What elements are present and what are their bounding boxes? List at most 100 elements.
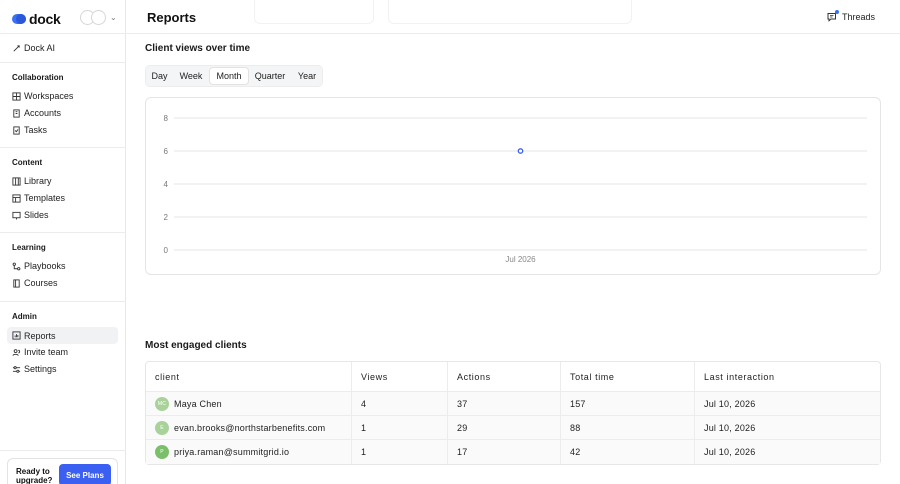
threads-icon <box>827 10 839 22</box>
table-row[interactable]: E evan.brooks@northstarbenefits.com 1 29… <box>146 416 880 440</box>
total-time-cell: 88 <box>561 416 695 439</box>
tab-week[interactable]: Week <box>175 67 207 85</box>
checkbox-icon <box>12 125 21 135</box>
brand-logo[interactable]: dock <box>12 11 61 27</box>
sidebar-item-templates[interactable]: Templates <box>12 190 65 206</box>
actions-cell: 37 <box>448 392 561 415</box>
sidebar-item-playbooks[interactable]: Playbooks <box>12 258 66 274</box>
chevron-down-icon: ⌄ <box>110 13 117 22</box>
last-interaction-cell: Jul 10, 2026 <box>704 398 756 409</box>
library-icon <box>12 176 21 186</box>
y-tick-label: 8 <box>164 114 169 123</box>
sidebar-item-label: Slides <box>24 210 49 220</box>
page-header: Reports Threads <box>126 0 900 34</box>
sidebar-item-settings[interactable]: Settings <box>12 361 57 377</box>
threads-button[interactable]: Threads <box>827 10 875 22</box>
clients-section-title: Most engaged clients <box>145 340 247 351</box>
building-icon <box>12 108 21 118</box>
sidebar-item-label: Templates <box>24 193 66 203</box>
sidebar: dock ⌄ Dock AI Collaboration Workspaces … <box>0 0 126 484</box>
period-tabs: Day Week Month Quarter Year <box>145 65 323 87</box>
views-cell: 1 <box>352 416 448 439</box>
sidebar-item-tasks[interactable]: Tasks <box>12 122 47 138</box>
client-name: Maya Chen <box>174 398 222 409</box>
data-point <box>517 148 524 154</box>
y-tick-label: 2 <box>164 213 169 222</box>
sidebar-item-label: Accounts <box>24 108 62 118</box>
sidebar-item-accounts[interactable]: Accounts <box>12 105 61 121</box>
sidebar-item-invite-team[interactable]: Invite team <box>12 344 68 360</box>
sidebar-item-label: Dock AI <box>24 43 56 53</box>
faded-card <box>254 0 374 24</box>
sidebar-item-label: Reports <box>24 330 56 341</box>
sidebar-item-dock-ai[interactable]: Dock AI <box>12 40 55 56</box>
client-name: priya.raman@summitgrid.io <box>174 447 290 457</box>
client-cell: P priya.raman@summitgrid.io <box>146 440 352 464</box>
divider <box>0 301 126 302</box>
sidebar-item-slides[interactable]: Slides <box>12 207 49 223</box>
table-row[interactable]: MC Maya Chen 4 37 157 Jul 10, 2026 <box>146 392 880 416</box>
avatar: P <box>155 445 169 459</box>
sidebar-item-courses[interactable]: Courses <box>12 275 58 291</box>
section-heading-admin: Admin <box>12 312 37 321</box>
template-icon <box>12 193 21 203</box>
dock-logo-icon <box>12 14 26 24</box>
chart-icon <box>12 331 21 340</box>
tab-quarter[interactable]: Quarter <box>252 67 288 85</box>
column-header-last-interaction[interactable]: Last interaction <box>695 362 880 391</box>
upgrade-text: Ready to upgrade? <box>16 467 53 484</box>
tab-day[interactable]: Day <box>149 67 170 85</box>
sidebar-item-label: Library <box>24 176 52 186</box>
actions-cell: 17 <box>448 440 561 464</box>
client-cell: E evan.brooks@northstarbenefits.com <box>146 416 352 439</box>
last-interaction-cell: Jul 10, 2026 <box>704 422 756 433</box>
book-icon <box>12 278 21 288</box>
sidebar-item-library[interactable]: Library <box>12 173 52 189</box>
section-heading-collaboration: Collaboration <box>12 73 64 82</box>
views-cell: 4 <box>352 392 448 415</box>
divider <box>0 62 126 63</box>
sliders-icon <box>12 365 21 374</box>
last-interaction-cell: Jul 10, 2026 <box>704 447 756 457</box>
playbook-icon <box>12 262 21 271</box>
tab-month[interactable]: Month <box>209 67 249 85</box>
divider <box>0 147 126 148</box>
sidebar-item-label: Tasks <box>24 125 48 135</box>
tab-year[interactable]: Year <box>292 67 322 85</box>
upgrade-card: Ready to upgrade? See Plans <box>7 458 118 484</box>
y-tick-label: 6 <box>164 147 169 156</box>
sidebar-item-label: Workspaces <box>24 91 74 101</box>
x-tick-label: Jul 2026 <box>505 255 536 264</box>
slides-icon <box>12 211 21 220</box>
views-chart: 0 2 4 6 8 Jul 2026 <box>145 97 881 275</box>
column-header-total-time[interactable]: Total time <box>561 362 695 391</box>
page-title: Reports <box>147 10 197 25</box>
sidebar-item-label: Settings <box>24 364 57 374</box>
see-plans-button[interactable]: See Plans <box>59 464 111 484</box>
sidebar-item-reports[interactable]: Reports <box>7 327 118 344</box>
table-header-row: client Views Actions Total time Last int… <box>146 362 880 392</box>
client-name: evan.brooks@northstarbenefits.com <box>174 422 326 433</box>
users-icon <box>12 348 21 357</box>
column-header-views[interactable]: Views <box>352 362 448 391</box>
sidebar-item-label: Courses <box>24 278 58 288</box>
section-heading-learning: Learning <box>12 243 46 252</box>
column-header-client[interactable]: client <box>146 362 352 391</box>
faded-card <box>388 0 632 24</box>
sidebar-item-label: Playbooks <box>24 261 66 271</box>
actions-cell: 29 <box>448 416 561 439</box>
sparkle-icon <box>12 44 21 53</box>
threads-label: Threads <box>841 11 875 22</box>
views-cell: 1 <box>352 440 448 464</box>
client-cell: MC Maya Chen <box>146 392 352 415</box>
clients-table: client Views Actions Total time Last int… <box>145 361 881 465</box>
sidebar-item-workspaces[interactable]: Workspaces <box>12 88 73 104</box>
total-time-cell: 42 <box>561 440 695 464</box>
divider <box>0 450 126 451</box>
table-row[interactable]: P priya.raman@summitgrid.io 1 17 42 Jul … <box>146 440 880 464</box>
section-heading-content: Content <box>12 158 43 167</box>
grid-icon <box>12 91 21 101</box>
workspace-avatar <box>91 10 106 25</box>
column-header-actions[interactable]: Actions <box>448 362 561 391</box>
workspace-switcher[interactable]: ⌄ <box>80 10 117 25</box>
